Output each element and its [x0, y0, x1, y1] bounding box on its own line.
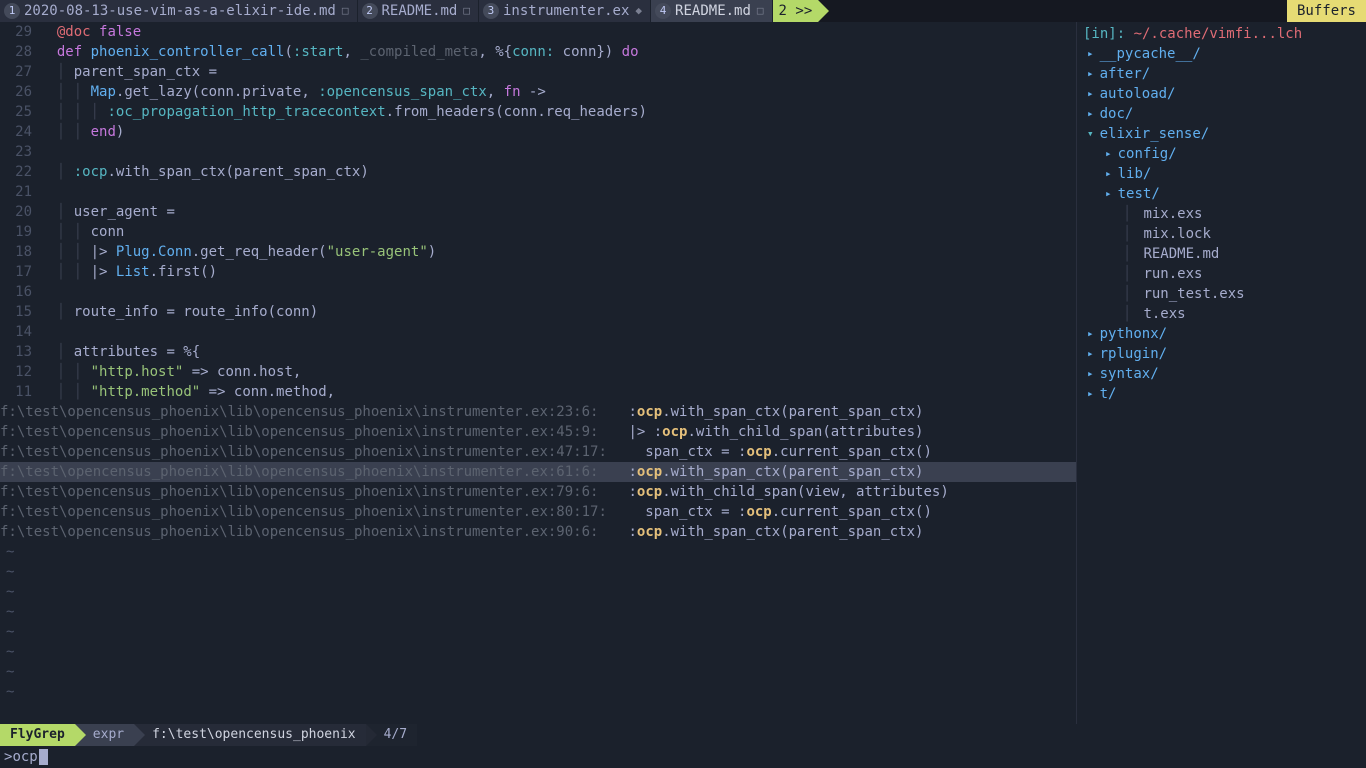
modified-icon: □ — [463, 1, 470, 21]
tree-item-label: run.exs — [1143, 264, 1202, 284]
tree-file[interactable]: │run_test.exs — [1083, 284, 1360, 304]
cmdline-input: ocp — [12, 747, 37, 767]
tab-label: README.md — [675, 1, 751, 21]
chevron-right-icon: ▸ — [1087, 104, 1094, 124]
tree-folder[interactable]: ▸ doc/ — [1083, 104, 1360, 124]
file-tree-sidebar[interactable]: [in]: ~/.cache/vimfi...lch ▸ __pycache__/… — [1076, 22, 1366, 724]
status-expr-label: expr — [93, 725, 124, 745]
buffers-label: Buffers — [1297, 1, 1356, 21]
tabs-overflow-label: 2 >> — [779, 1, 813, 21]
tab-label: 2020-08-13-use-vim-as-a-elixir-ide.md — [24, 1, 336, 21]
tree-file[interactable]: │run.exs — [1083, 264, 1360, 284]
tree-item-label: syntax/ — [1100, 364, 1159, 384]
tree-item-label: README.md — [1143, 244, 1219, 264]
status-path: f:\test\opencensus_phoenix — [134, 724, 366, 746]
tree-file[interactable]: │mix.lock — [1083, 224, 1360, 244]
tree-folder[interactable]: ▸ __pycache__/ — [1083, 44, 1360, 64]
tree-folder[interactable]: ▸ t/ — [1083, 384, 1360, 404]
tab-1[interactable]: 12020-08-13-use-vim-as-a-elixir-ide.md □ — [0, 0, 358, 22]
tab-3[interactable]: 3instrumenter.ex ◆ — [479, 0, 651, 22]
cmdline-prompt: > — [4, 747, 12, 767]
line-number-gutter: 29282726252423222120191817161514131211 — [0, 22, 40, 402]
tree-file[interactable]: │t.exs — [1083, 304, 1360, 324]
flygrep-results[interactable]: f:\test\opencensus_phoenix\lib\opencensu… — [0, 402, 1076, 542]
status-count: 4/7 — [366, 724, 417, 746]
tabs-overflow[interactable]: 2 >> — [773, 0, 820, 22]
status-count-label: 4/7 — [384, 725, 407, 745]
status-bar: FlyGrep expr f:\test\opencensus_phoenix … — [0, 724, 1366, 746]
tree-folder[interactable]: ▾ elixir_sense/ — [1083, 124, 1360, 144]
sidebar-path-header: [in]: ~/.cache/vimfi...lch — [1083, 24, 1360, 44]
cursor-icon — [39, 749, 48, 765]
tree-folder[interactable]: ▸ test/ — [1083, 184, 1360, 204]
tree-item-label: pythonx/ — [1100, 324, 1167, 344]
tab-label: instrumenter.ex — [503, 1, 629, 21]
status-mode-label: FlyGrep — [10, 725, 65, 745]
chevron-right-icon: ▸ — [1087, 64, 1094, 84]
buffers-button[interactable]: Buffers — [1287, 0, 1366, 22]
tree-item-label: after/ — [1100, 64, 1151, 84]
chevron-down-icon: ▾ — [1087, 124, 1094, 144]
tab-bar: 12020-08-13-use-vim-as-a-elixir-ide.md□ … — [0, 0, 1366, 22]
tree-item-label: rplugin/ — [1100, 344, 1167, 364]
modified-icon: □ — [757, 1, 764, 21]
tree-item-label: lib/ — [1118, 164, 1152, 184]
status-mode: FlyGrep — [0, 724, 75, 746]
tree-folder[interactable]: ▸ autoload/ — [1083, 84, 1360, 104]
tree-item-label: config/ — [1118, 144, 1177, 164]
grep-result-row[interactable]: f:\test\opencensus_phoenix\lib\opencensu… — [0, 482, 1076, 502]
tab-number-icon: 2 — [362, 3, 378, 19]
tree-item-label: autoload/ — [1100, 84, 1176, 104]
status-path-label: f:\test\opencensus_phoenix — [152, 725, 356, 745]
tree-file[interactable]: │mix.exs — [1083, 204, 1360, 224]
command-line[interactable]: > ocp — [0, 746, 1366, 768]
tab-4[interactable]: 4README.md □ — [651, 0, 772, 22]
chevron-right-icon: ▸ — [1105, 184, 1112, 204]
tree-folder[interactable]: ▸ rplugin/ — [1083, 344, 1360, 364]
empty-lines: ~~~~~~~~ — [0, 542, 1076, 702]
tree-folder[interactable]: ▸ lib/ — [1083, 164, 1360, 184]
tab-number-icon: 4 — [655, 3, 671, 19]
tree-item-label: doc/ — [1100, 104, 1134, 124]
chevron-right-icon: ▸ — [1087, 344, 1094, 364]
tree-item-label: t.exs — [1143, 304, 1185, 324]
editor-pane[interactable]: 29282726252423222120191817161514131211 @… — [0, 22, 1076, 402]
tab-2[interactable]: 2README.md□ — [358, 0, 479, 22]
chevron-right-icon: ▸ — [1087, 44, 1094, 64]
tree-file[interactable]: │README.md — [1083, 244, 1360, 264]
tab-number-icon: 1 — [4, 3, 20, 19]
chevron-right-icon: ▸ — [1105, 144, 1112, 164]
tree-folder[interactable]: ▸ pythonx/ — [1083, 324, 1360, 344]
modified-icon: □ — [342, 1, 349, 21]
chevron-right-icon: ▸ — [1087, 324, 1094, 344]
grep-result-row[interactable]: f:\test\opencensus_phoenix\lib\opencensu… — [0, 402, 1076, 422]
grep-result-row[interactable]: f:\test\opencensus_phoenix\lib\opencensu… — [0, 502, 1076, 522]
sidebar-in-label: [in]: — [1083, 26, 1134, 42]
tree-folder[interactable]: ▸ syntax/ — [1083, 364, 1360, 384]
grep-result-row[interactable]: f:\test\opencensus_phoenix\lib\opencensu… — [0, 522, 1076, 542]
modified-icon: ◆ — [635, 1, 642, 21]
tree-item-label: t/ — [1100, 384, 1117, 404]
code-content: @doc false def phoenix_controller_call(:… — [40, 22, 1076, 402]
sidebar-path: ~/.cache/vimfi...lch — [1134, 26, 1303, 42]
grep-result-row[interactable]: f:\test\opencensus_phoenix\lib\opencensu… — [0, 422, 1076, 442]
tree-item-label: elixir_sense/ — [1100, 124, 1210, 144]
grep-result-row[interactable]: f:\test\opencensus_phoenix\lib\opencensu… — [0, 442, 1076, 462]
tree-item-label: mix.exs — [1143, 204, 1202, 224]
tab-label: README.md — [382, 1, 458, 21]
tab-number-icon: 3 — [483, 3, 499, 19]
tree-folder[interactable]: ▸ config/ — [1083, 144, 1360, 164]
chevron-right-icon: ▸ — [1105, 164, 1112, 184]
grep-result-row[interactable]: f:\test\opencensus_phoenix\lib\opencensu… — [0, 462, 1076, 482]
chevron-right-icon: ▸ — [1087, 384, 1094, 404]
chevron-right-icon: ▸ — [1087, 364, 1094, 384]
tree-item-label: test/ — [1118, 184, 1160, 204]
tree-item-label: mix.lock — [1143, 224, 1210, 244]
chevron-right-icon: ▸ — [1087, 84, 1094, 104]
tree-item-label: __pycache__/ — [1100, 44, 1201, 64]
tree-item-label: run_test.exs — [1143, 284, 1244, 304]
tree-folder[interactable]: ▸ after/ — [1083, 64, 1360, 84]
